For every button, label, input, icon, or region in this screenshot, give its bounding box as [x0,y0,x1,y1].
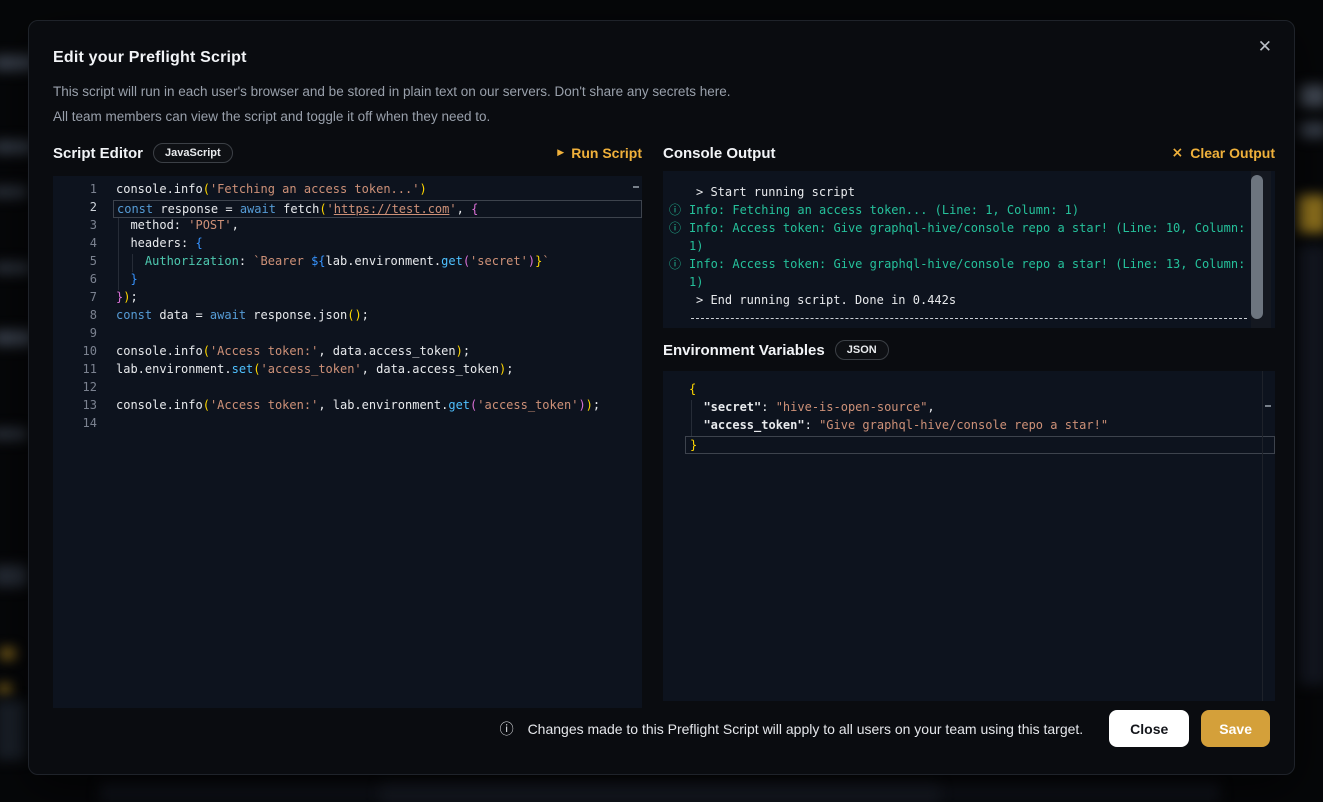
code-line [113,380,642,398]
line-number: 9 [53,326,97,344]
console-line: ⓘInfo: Access token: Give graphql-hive/c… [663,255,1275,291]
line-number: 3 [53,218,97,236]
console-line: > End running script. Done in 0.442s [663,291,1275,309]
scrollbar-thumb[interactable] [1251,175,1263,319]
indent-guide [132,254,133,272]
line-number: 5 [53,254,97,272]
backdrop-shape [1300,122,1323,138]
console-header: Console Output × Clear Output [663,141,1275,165]
modal-title: Edit your Preflight Script [53,49,247,67]
script-editor[interactable]: 1234567891011121314 console.info('Fetchi… [53,176,642,708]
clear-output-button[interactable]: × Clear Output [1171,145,1275,161]
console-text: > End running script. Done in 0.442s [696,291,956,309]
overview-ruler-mark [1265,405,1271,407]
run-script-button[interactable]: ▶ Run Script [557,145,642,161]
line-number: 12 [53,380,97,398]
console-scrollbar[interactable] [1251,171,1271,328]
backdrop-shape [1298,245,1323,685]
backdrop-shape [1300,85,1323,107]
play-icon: ▶ [557,149,564,158]
line-number: 7 [53,290,97,308]
line-number: 11 [53,362,97,380]
line-number: 13 [53,398,97,416]
console-text: Info: Fetching an access token... (Line:… [689,201,1079,219]
save-button[interactable]: Save [1201,710,1270,747]
javascript-badge: JavaScript [153,143,233,163]
line-number: 14 [53,416,97,434]
code-line: headers: { [113,236,642,254]
env-vars-header: Environment Variables JSON [663,338,1275,362]
description-line: This script will run in each user's brow… [53,79,730,104]
console-text: > Start running script [696,183,855,201]
console-output-heading: Console Output [663,145,776,162]
line-number: 8 [53,308,97,326]
backdrop-shape [0,428,28,440]
footer-notice: Changes made to this Preflight Script wi… [528,721,1084,737]
code-line: console.info('Fetching an access token..… [113,182,642,200]
console-output-panel[interactable]: > Start running scriptⓘInfo: Fetching an… [663,171,1275,328]
code-line [113,326,642,344]
code-line: Authorization: `Bearer ${lab.environment… [113,254,642,272]
line-number: 2 [53,200,97,218]
script-editor-heading: Script Editor [53,145,143,162]
preflight-script-modal: ✕ Edit your Preflight Script This script… [28,20,1295,775]
code-line: }); [113,290,642,308]
console-log: > Start running scriptⓘInfo: Fetching an… [663,171,1275,319]
modal-footer: ⓘ Changes made to this Preflight Script … [500,710,1270,747]
info-circle-icon: ⓘ [500,719,514,739]
line-number: 10 [53,344,97,362]
line-number: 4 [53,236,97,254]
console-line: ⓘInfo: Access token: Give graphql-hive/c… [663,219,1275,255]
indent-guide [118,218,119,290]
code-line: const response = await fetch('https://te… [113,200,642,218]
overview-ruler-mark [633,186,639,188]
code-line [113,416,642,434]
clear-x-icon: × [1171,146,1183,160]
backdrop-shape [0,684,12,694]
code-line: } [113,272,642,290]
info-icon: ⓘ [669,255,689,291]
clear-output-label: Clear Output [1190,145,1275,161]
code-line: lab.environment.set('access_token', data… [113,362,642,380]
code-line: { [685,382,1275,400]
info-icon: ⓘ [669,219,689,255]
env-vars-heading: Environment Variables [663,342,825,359]
code-line: console.info('Access token:', lab.enviro… [113,398,642,416]
code-line: const data = await response.json(); [113,308,642,326]
close-icon[interactable]: ✕ [1254,35,1276,60]
env-vars-code[interactable]: { "secret": "hive-is-open-source", "acce… [685,382,1275,454]
info-icon: ⓘ [669,201,689,219]
backdrop-shape [0,565,28,587]
log-indent [669,183,696,201]
console-line: > Start running script [663,183,1275,201]
indent-guide [691,400,692,436]
backdrop-shape [0,186,28,198]
run-script-label: Run Script [571,145,642,161]
code-line: console.info('Access token:', data.acces… [113,344,642,362]
console-separator [691,318,1247,319]
line-number: 6 [53,272,97,290]
script-code[interactable]: console.info('Fetching an access token..… [113,182,642,434]
backdrop-shape [380,784,940,802]
modal-description: This script will run in each user's brow… [53,79,730,129]
code-line: } [685,436,1275,454]
close-button[interactable]: Close [1109,710,1189,747]
json-badge: JSON [835,340,889,360]
console-text: Info: Access token: Give graphql-hive/co… [689,219,1255,255]
backdrop-shape [0,648,16,659]
console-text: Info: Access token: Give graphql-hive/co… [689,255,1255,291]
code-line: "access_token": "Give graphql-hive/conso… [685,418,1275,436]
description-line: All team members can view the script and… [53,104,730,129]
line-number: 1 [53,182,97,200]
log-indent [669,291,696,309]
console-line: ⓘInfo: Fetching an access token... (Line… [663,201,1275,219]
overview-ruler [1262,371,1263,701]
line-number-gutter: 1234567891011121314 [53,182,97,434]
code-line: method: 'POST', [113,218,642,236]
script-editor-header: Script Editor JavaScript ▶ Run Script [53,141,642,165]
env-vars-editor[interactable]: { "secret": "hive-is-open-source", "acce… [663,371,1275,701]
code-line: "secret": "hive-is-open-source", [685,400,1275,418]
backdrop-shape [0,700,26,760]
backdrop-shape [1298,195,1323,233]
